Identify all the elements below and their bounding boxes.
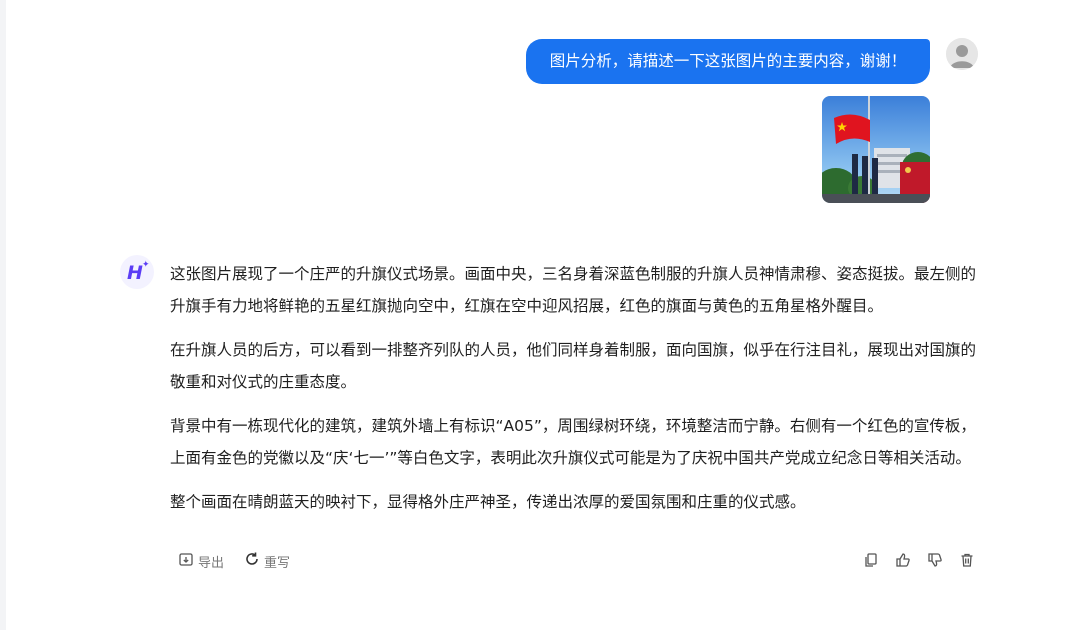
answer-paragraph: 背景中有一栋现代化的建筑，建筑外墙上有标识“A05”，周围绿树环绕，环境整洁而宁… — [170, 417, 976, 467]
refresh-icon — [244, 551, 260, 571]
thumbs-up-icon[interactable] — [894, 551, 912, 569]
answer-paragraph: 这张图片展现了一个庄严的升旗仪式场景。画面中央，三名身着深蓝色制服的升旗人员神情… — [170, 265, 977, 315]
left-edge-strip — [0, 0, 6, 630]
trash-icon[interactable] — [958, 551, 976, 569]
assistant-answer: 这张图片展现了一个庄严的升旗仪式场景。画面中央，三名身着深蓝色制服的升旗人员神情… — [170, 258, 980, 530]
answer-paragraph: 整个画面在晴朗蓝天的映衬下，显得格外庄严神圣，传递出浓厚的爱国氛围和庄重的仪式感… — [170, 493, 806, 511]
user-uploaded-image[interactable] — [822, 96, 930, 203]
export-label: 导出 — [198, 555, 225, 571]
export-button[interactable]: 导出 — [178, 551, 224, 571]
copy-icon[interactable] — [862, 551, 880, 569]
regenerate-label: 重写 — [264, 555, 291, 571]
answer-paragraph: 在升旗人员的后方，可以看到一排整齐列队的人员，他们同样身着制服，面向国旗，似乎在… — [170, 341, 977, 391]
user-message-text: 图片分析，请描述一下这张图片的主要内容，谢谢！ — [549, 52, 907, 70]
user-avatar-icon — [946, 38, 978, 70]
sparkle-icon: ✦ — [142, 260, 150, 270]
thumbs-down-icon[interactable] — [926, 551, 944, 569]
assistant-avatar-letter: H — [127, 262, 143, 284]
message-actions-left: 导出 重写 — [178, 551, 290, 571]
export-icon — [178, 551, 194, 571]
regenerate-button[interactable]: 重写 — [244, 551, 290, 571]
assistant-avatar: H ✦ — [120, 255, 154, 289]
message-actions-right — [862, 551, 976, 569]
user-message-bubble: 图片分析，请描述一下这张图片的主要内容，谢谢！ — [526, 39, 930, 84]
